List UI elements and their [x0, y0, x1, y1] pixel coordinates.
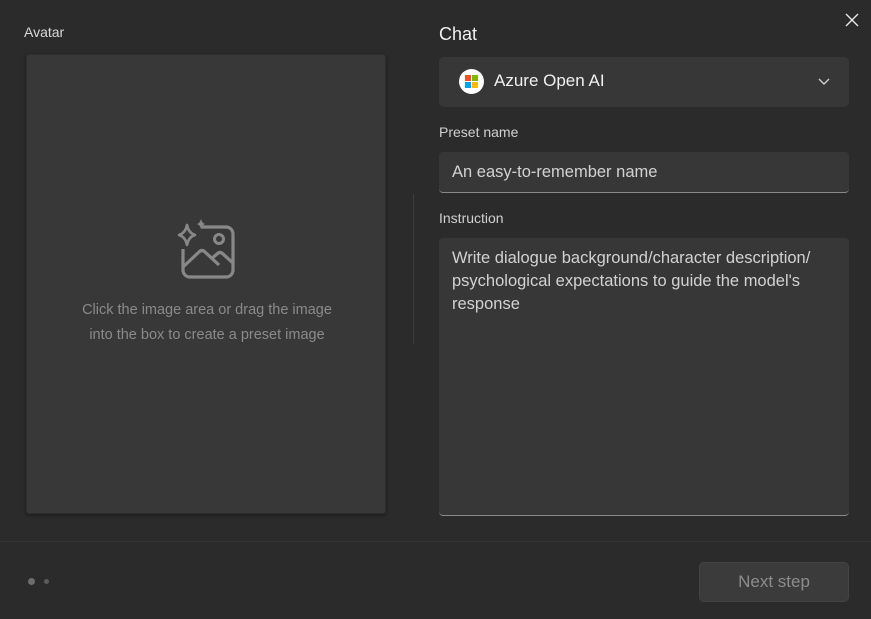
avatar-upload-area[interactable]: Click the image area or drag the image i… — [26, 54, 386, 514]
preset-name-input[interactable] — [439, 152, 849, 193]
step-indicator-2 — [44, 579, 49, 584]
vertical-divider — [413, 194, 414, 344]
step-indicator-1 — [28, 578, 35, 585]
model-name: Azure Open AI — [494, 71, 605, 90]
avatar-hint-line-1: Click the image area or drag the image — [82, 302, 332, 318]
create-preset-dialog: Avatar Click the image area or drag the … — [0, 0, 871, 619]
close-icon — [845, 13, 859, 27]
chat-title: Chat — [439, 24, 478, 44]
footer-divider — [0, 541, 871, 542]
close-button[interactable] — [838, 6, 866, 34]
instruction-label: Instruction — [439, 210, 504, 226]
preset-name-label: Preset name — [439, 124, 519, 140]
avatar-hint: Click the image area or drag the image i… — [47, 298, 367, 348]
next-step-button[interactable]: Next step — [699, 562, 849, 602]
microsoft-logo-icon — [459, 69, 484, 94]
avatar-label: Avatar — [24, 24, 65, 40]
image-sparkle-icon — [175, 219, 235, 279]
model-selector[interactable]: Azure Open AI — [439, 57, 849, 107]
chevron-down-icon — [818, 78, 830, 85]
avatar-hint-line-2: into the box to create a preset image — [89, 327, 325, 343]
instruction-textarea[interactable] — [439, 238, 849, 516]
